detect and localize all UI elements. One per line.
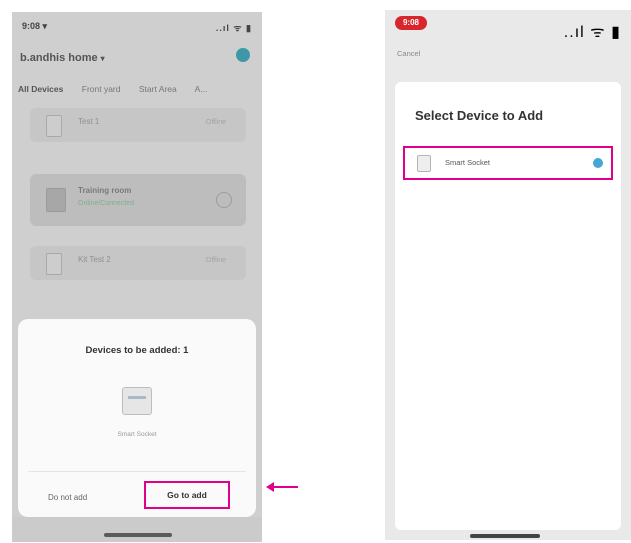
home-indicator <box>470 534 540 538</box>
device-row-smart-socket[interactable]: Smart Socket <box>403 146 613 180</box>
home-indicator <box>104 533 172 537</box>
power-icon[interactable] <box>216 192 232 208</box>
add-device-sheet: Devices to be added: 1 Smart Socket Do n… <box>18 319 256 517</box>
arrow-shaft <box>272 486 298 488</box>
status-time: 9:08 ▾ <box>22 21 48 31</box>
cancel-button[interactable]: Cancel <box>397 49 420 58</box>
divider <box>28 471 246 472</box>
bottom-nav <box>12 517 262 542</box>
device-status: Offline <box>205 119 226 126</box>
do-not-add-button[interactable]: Do not add <box>48 493 87 502</box>
settings-icon[interactable] <box>236 48 250 62</box>
device-name: Training room <box>78 186 132 195</box>
socket-icon <box>417 155 431 172</box>
home-selector[interactable]: b.andhis home ▾ <box>20 52 105 64</box>
status-bar: 9:08 ▾ ..ıl ᯤ ▮ <box>12 12 262 36</box>
socket-icon <box>46 188 66 212</box>
right-phone-screen: 9:08 ..ıl ᯤ ▮ Cancel Select Device to Ad… <box>385 10 631 540</box>
left-phone-screen: 9:08 ▾ ..ıl ᯤ ▮ b.andhis home ▾ All Devic… <box>12 12 262 542</box>
sheet-title: Devices to be added: 1 <box>85 345 189 356</box>
status-time-pill: 9:08 <box>395 16 427 30</box>
tab-all-devices[interactable]: All Devices <box>18 84 63 94</box>
room-tabs: All Devices Front yard Start Area A... <box>18 84 262 98</box>
device-card[interactable]: Test 1 Offline <box>30 108 246 142</box>
chevron-down-icon: ▾ <box>100 54 105 63</box>
go-to-add-button[interactable]: Go to add <box>144 481 230 509</box>
select-device-modal: Select Device to Add Smart Socket <box>395 82 621 530</box>
selected-check-icon[interactable] <box>593 158 603 168</box>
socket-icon <box>46 115 62 137</box>
smart-socket-icon <box>122 387 152 415</box>
device-row-label: Smart Socket <box>445 158 491 167</box>
home-title: b.andhis home <box>20 52 98 64</box>
tab-more[interactable]: A... <box>195 84 208 94</box>
device-card[interactable]: Training room Online/Connected <box>30 174 246 226</box>
device-status: Offline <box>205 257 226 264</box>
tab-front-yard[interactable]: Front yard <box>82 84 121 94</box>
tab-start-area[interactable]: Start Area <box>139 84 177 94</box>
device-name: Test 1 <box>78 117 100 126</box>
signal-wifi-battery-icon: ..ıl ᯤ ▮ <box>563 24 621 41</box>
signal-wifi-battery-icon: ..ıl ᯤ ▮ <box>215 23 252 33</box>
device-card[interactable]: Kit Test 2 Offline <box>30 246 246 280</box>
socket-icon <box>46 253 62 275</box>
device-subtitle: Online/Connected <box>78 200 135 207</box>
arrow-left-icon <box>266 480 298 494</box>
modal-title: Select Device to Add <box>415 108 544 123</box>
device-name: Kit Test 2 <box>78 255 111 264</box>
sheet-device-label: Smart Socket <box>117 431 157 438</box>
